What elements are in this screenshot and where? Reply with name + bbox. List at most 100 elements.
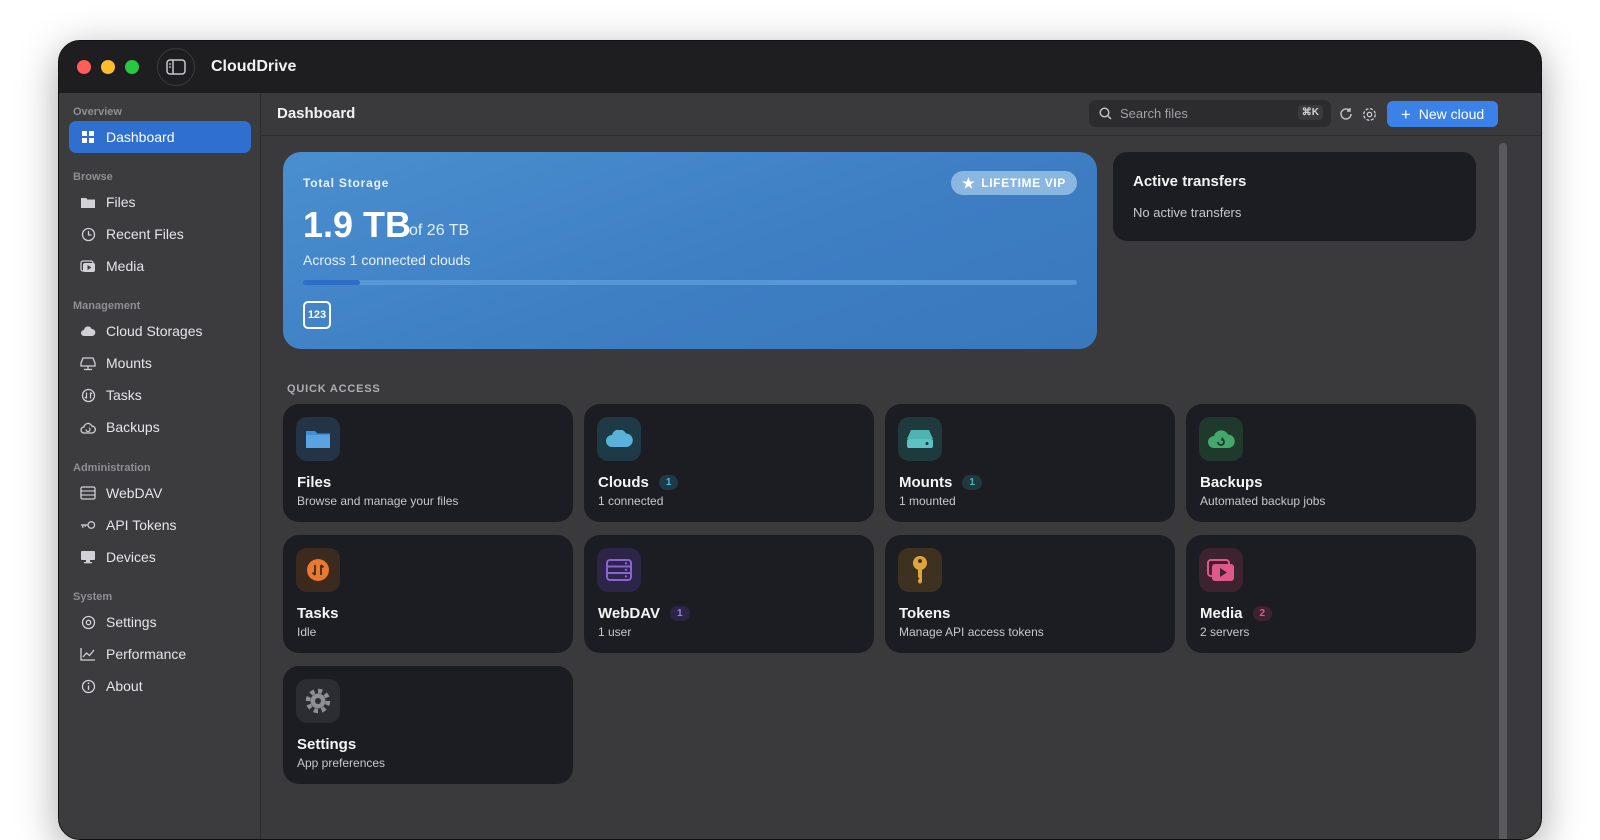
gear-icon [296, 679, 340, 723]
section-label-administration: Administration [73, 462, 151, 474]
storage-label: Total Storage [303, 176, 390, 190]
sidebar-toggle-button[interactable] [157, 48, 195, 86]
sidebar-item-performance[interactable]: Performance [69, 638, 251, 670]
monitor-icon [80, 549, 96, 565]
card-title: Backups [1200, 474, 1263, 491]
gear-icon [80, 614, 96, 630]
sidebar-item-webdav[interactable]: WebDAV [69, 477, 251, 509]
sidebar-item-label: WebDAV [106, 485, 163, 501]
quick-card-backups[interactable]: Backups Automated backup jobs [1186, 404, 1476, 522]
media-icon [1199, 548, 1243, 592]
search-shortcut: ⌘K [1297, 105, 1323, 120]
key-icon [898, 548, 942, 592]
section-label-overview: Overview [73, 106, 122, 118]
quick-card-webdav[interactable]: WebDAV 1 1 user [584, 535, 874, 653]
card-subtitle: Manage API access tokens [899, 625, 1044, 639]
dashboard-icon [80, 129, 96, 145]
sidebar-item-files[interactable]: Files [69, 186, 251, 218]
star-icon: ★ [962, 174, 976, 191]
storage-usage-fill [303, 280, 360, 285]
quick-card-media[interactable]: Media 2 2 servers [1186, 535, 1476, 653]
storage-total: of 26 TB [409, 222, 470, 239]
main-content: Dashboard Search files ⌘K + New cloud To… [261, 93, 1541, 839]
card-title: Tasks [297, 605, 339, 622]
quick-card-files[interactable]: Files Browse and manage your files [283, 404, 573, 522]
cloud-icon [80, 323, 96, 339]
card-subtitle: 1 connected [598, 494, 664, 508]
app-title: CloudDrive [211, 58, 297, 75]
new-cloud-label: New cloud [1418, 106, 1485, 122]
count-badge: 1 [658, 475, 679, 490]
cloud-sync-icon [1199, 417, 1243, 461]
close-window-button[interactable] [77, 60, 91, 74]
card-title: Files [297, 474, 332, 491]
quick-card-clouds[interactable]: Clouds 1 1 connected [584, 404, 874, 522]
gear-icon [1362, 107, 1376, 121]
server-icon [597, 548, 641, 592]
info-icon [80, 678, 96, 694]
toolbar: Dashboard Search files ⌘K + New cloud [261, 93, 1541, 136]
sidebar-item-media[interactable]: Media [69, 250, 251, 282]
sidebar-item-label: Media [106, 258, 145, 274]
transfers-status: No active transfers [1133, 205, 1242, 220]
search-input[interactable]: Search files ⌘K [1089, 100, 1331, 127]
scrollbar[interactable] [1499, 143, 1507, 839]
sidebar-item-label: API Tokens [106, 517, 177, 533]
sidebar-item-recent-files[interactable]: Recent Files [69, 218, 251, 250]
storage-used: 1.9 TB [303, 204, 412, 245]
sidebar-item-label: About [106, 678, 143, 694]
sidebar-item-label: Recent Files [106, 226, 184, 242]
search-icon [1099, 107, 1112, 120]
new-cloud-button[interactable]: + New cloud [1387, 101, 1498, 127]
sidebar-item-label: Backups [106, 419, 160, 435]
key-icon [80, 517, 96, 533]
refresh-button[interactable] [1337, 105, 1355, 123]
page-title: Dashboard [277, 105, 356, 122]
sidebar: Overview Dashboard Browse Files Recent F… [59, 93, 261, 839]
arrows-icon [296, 548, 340, 592]
count-badge: 2 [1252, 606, 1273, 621]
sidebar-item-tasks[interactable]: Tasks [69, 379, 251, 411]
backup-icon [80, 419, 96, 435]
clock-icon [80, 226, 96, 242]
sidebar-item-dashboard[interactable]: Dashboard [69, 121, 251, 153]
folder-icon [80, 194, 96, 210]
quick-card-settings[interactable]: Settings App preferences [283, 666, 573, 784]
sidebar-item-mounts[interactable]: Mounts [69, 347, 251, 379]
zoom-window-button[interactable] [125, 60, 139, 74]
quick-card-mounts[interactable]: Mounts 1 1 mounted [885, 404, 1175, 522]
sidebar-item-devices[interactable]: Devices [69, 541, 251, 573]
card-title: Settings [297, 736, 357, 753]
sidebar-item-backups[interactable]: Backups [69, 411, 251, 443]
vip-badge-label: LIFETIME VIP [981, 176, 1066, 190]
app-window: CloudDrive Overview Dashboard Browse Fil… [58, 40, 1542, 840]
search-placeholder: Search files [1120, 106, 1188, 121]
title-bar: CloudDrive [59, 41, 1541, 93]
sidebar-item-settings[interactable]: Settings [69, 606, 251, 638]
refresh-icon [1340, 108, 1352, 120]
sidebar-item-label: Performance [106, 646, 187, 662]
sidebar-item-api-tokens[interactable]: API Tokens [69, 509, 251, 541]
minimize-window-button[interactable] [101, 60, 115, 74]
storage-subtitle: Across 1 connected clouds [303, 252, 471, 268]
card-title: WebDAV [598, 605, 660, 622]
quick-card-tokens[interactable]: Tokens Manage API access tokens [885, 535, 1175, 653]
media-icon [80, 258, 96, 274]
chart-icon [80, 646, 96, 662]
quick-card-tasks[interactable]: Tasks Idle [283, 535, 573, 653]
drive-icon [80, 355, 96, 371]
card-subtitle: 1 user [598, 625, 632, 639]
card-title: Media [1200, 605, 1243, 622]
settings-button[interactable] [1360, 105, 1378, 123]
transfers-title: Active transfers [1133, 173, 1247, 190]
sidebar-icon [166, 59, 186, 75]
section-label-system: System [73, 591, 113, 603]
card-title: Mounts [899, 474, 953, 491]
provider-logo[interactable]: 123 [303, 301, 331, 329]
active-transfers-card: Active transfers No active transfers [1113, 152, 1476, 241]
cloud-icon [597, 417, 641, 461]
sidebar-item-about[interactable]: About [69, 670, 251, 702]
sidebar-item-label: Dashboard [106, 129, 175, 145]
sidebar-item-label: Tasks [106, 387, 142, 403]
sidebar-item-cloud-storages[interactable]: Cloud Storages [69, 315, 251, 347]
